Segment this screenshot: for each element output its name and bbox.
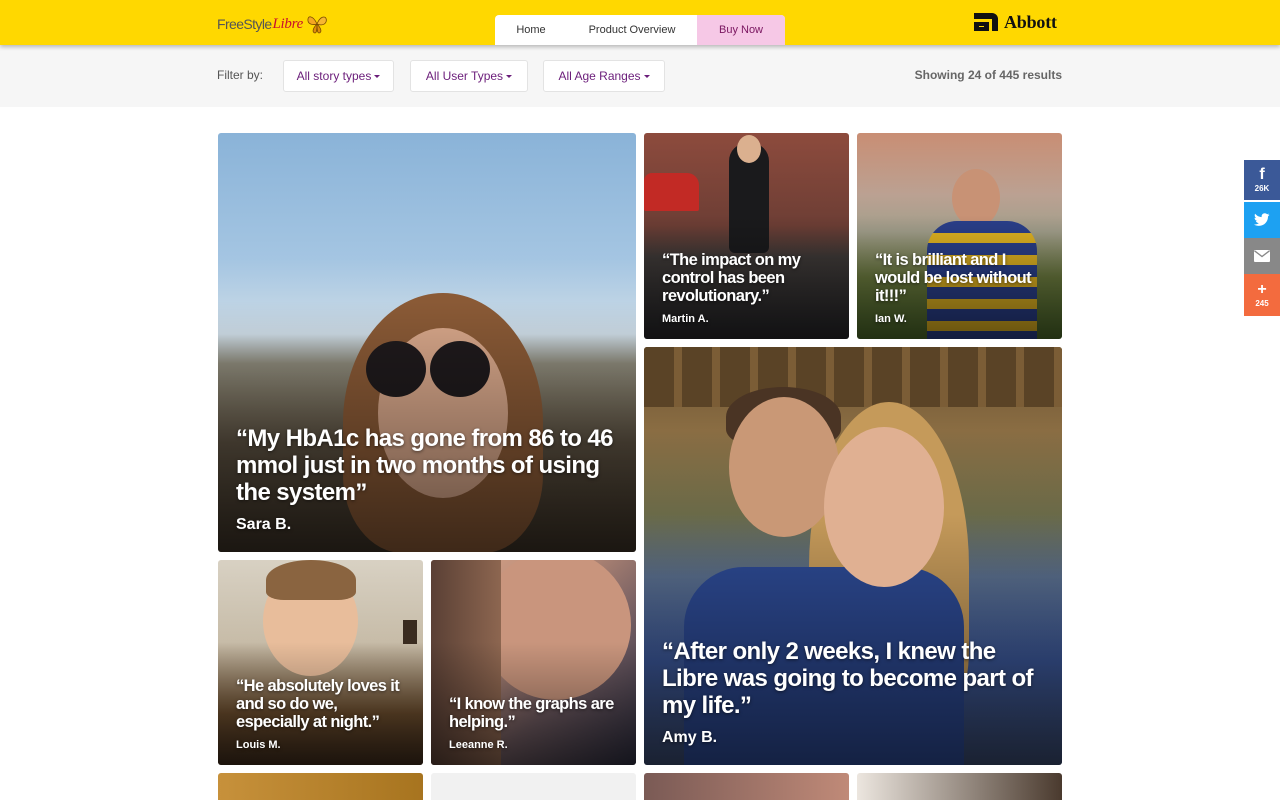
filter-bar: Filter by: All story types All User Type… — [0, 45, 1280, 107]
story-author: Ian W. — [875, 313, 907, 325]
story-card-ian[interactable]: “It is brilliant and I would be lost wit… — [857, 133, 1062, 339]
story-card-partial[interactable] — [218, 773, 423, 800]
main-nav: Home Product Overview Buy Now — [495, 15, 785, 45]
story-quote: “I know the graphs are helping.” — [449, 695, 614, 731]
photo-car — [644, 173, 699, 211]
story-caption: “The impact on my control has been revol… — [662, 251, 831, 325]
story-author: Sara B. — [236, 516, 292, 533]
story-card-amy[interactable]: “After only 2 weeks, I knew the Libre wa… — [644, 347, 1062, 765]
story-caption: “After only 2 weeks, I knew the Libre wa… — [662, 638, 1044, 747]
story-author: Martin A. — [662, 313, 709, 325]
user-type-value: All User Types — [425, 69, 504, 83]
story-quote: “It is brilliant and I would be lost wit… — [875, 251, 1032, 305]
logo-text-freestyle: FreeStyle — [217, 16, 272, 32]
email-share-button[interactable] — [1244, 238, 1280, 274]
abbott-logo[interactable]: Abbott — [972, 11, 1057, 33]
twitter-share-button[interactable] — [1244, 202, 1280, 238]
abbott-mark-icon — [974, 13, 998, 31]
story-caption: “My HbA1c has gone from 86 to 46 mmol ju… — [236, 425, 618, 534]
logo-text-libre: Libre — [272, 15, 304, 32]
top-navigation-bar: FreeStyle Libre Home Product Overview Buy… — [0, 0, 1280, 45]
butterfly-icon — [307, 16, 327, 34]
story-card-partial[interactable] — [431, 773, 636, 800]
results-count: Showing 24 of 445 results — [914, 68, 1062, 82]
more-share-count: 245 — [1255, 299, 1269, 308]
twitter-icon — [1254, 213, 1270, 226]
photo-face-boy — [729, 397, 839, 537]
plus-icon: + — [1257, 281, 1267, 298]
caret-down-icon — [374, 75, 381, 79]
photo-face-girl — [824, 427, 944, 587]
story-quote: “My HbA1c has gone from 86 to 46 mmol ju… — [236, 425, 614, 506]
age-range-value: All Age Ranges — [558, 69, 641, 83]
story-caption: “He absolutely loves it and so do we, es… — [236, 677, 405, 751]
photo-hair — [266, 560, 356, 600]
nav-home[interactable]: Home — [495, 15, 567, 45]
freestyle-libre-logo[interactable]: FreeStyle Libre — [217, 11, 329, 37]
nav-buy-now[interactable]: Buy Now — [697, 15, 785, 45]
story-caption: “I know the graphs are helping.” Leeanne… — [449, 695, 618, 751]
age-range-dropdown[interactable]: All Age Ranges — [543, 60, 665, 92]
nav-product-overview[interactable]: Product Overview — [567, 15, 697, 45]
filter-label: Filter by: — [217, 68, 264, 82]
more-share-button[interactable]: + 245 — [1244, 274, 1280, 316]
story-quote: “After only 2 weeks, I knew the Libre wa… — [662, 638, 1034, 719]
story-quote: “He absolutely loves it and so do we, es… — [236, 677, 400, 731]
story-card-louis[interactable]: “He absolutely loves it and so do we, es… — [218, 560, 423, 765]
story-author: Amy B. — [662, 729, 718, 746]
photo-picture-frame — [403, 620, 417, 644]
facebook-share-count: 26K — [1254, 184, 1270, 193]
story-type-dropdown[interactable]: All story types — [283, 60, 394, 92]
caret-down-icon — [643, 75, 650, 79]
story-card-partial[interactable] — [857, 773, 1062, 800]
story-caption: “It is brilliant and I would be lost wit… — [875, 251, 1044, 325]
caret-down-icon — [506, 75, 513, 79]
user-type-dropdown[interactable]: All User Types — [410, 60, 528, 92]
facebook-share-button[interactable]: f 26K — [1244, 160, 1280, 200]
story-author: Louis M. — [236, 739, 281, 751]
story-card-leeanne[interactable]: “I know the graphs are helping.” Leeanne… — [431, 560, 636, 765]
photo-pergola — [644, 347, 1062, 407]
abbott-wordmark: Abbott — [1004, 11, 1057, 32]
facebook-icon: f — [1259, 166, 1265, 183]
story-type-value: All story types — [296, 69, 372, 83]
story-card-partial[interactable] — [644, 773, 849, 800]
story-author: Leeanne R. — [449, 739, 508, 751]
story-card-martin[interactable]: “The impact on my control has been revol… — [644, 133, 849, 339]
story-card-sara[interactable]: “My HbA1c has gone from 86 to 46 mmol ju… — [218, 133, 636, 552]
story-quote: “The impact on my control has been revol… — [662, 251, 801, 305]
email-icon — [1254, 250, 1270, 262]
photo-head — [737, 135, 761, 163]
